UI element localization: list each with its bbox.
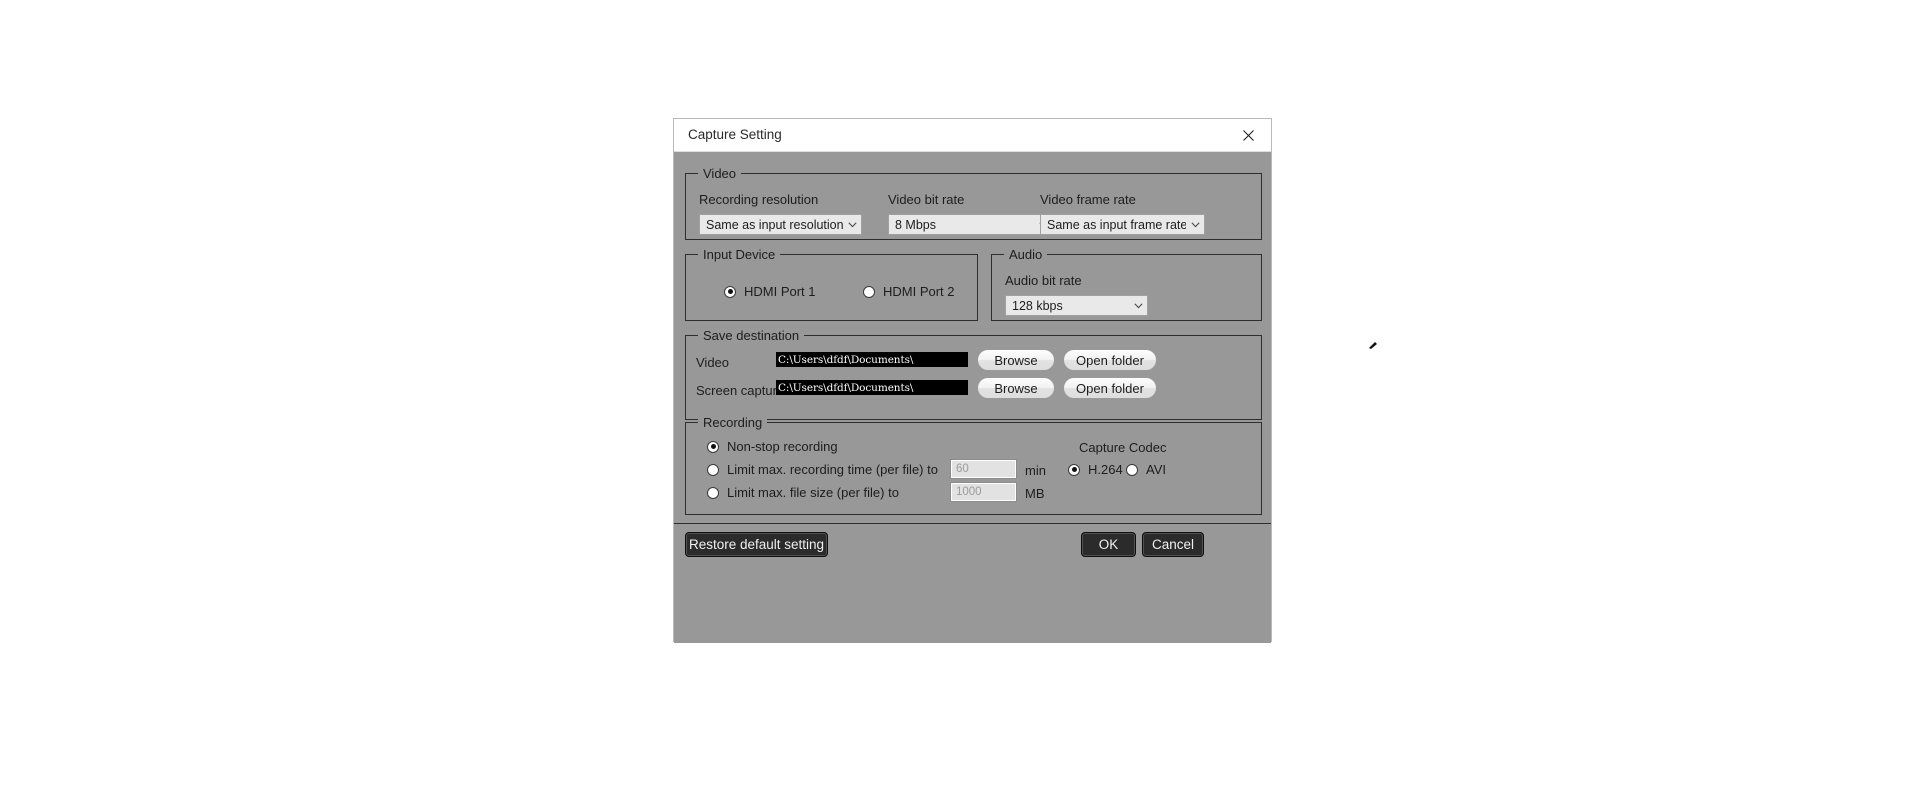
radio-hdmi-port-2[interactable]: HDMI Port 2: [863, 284, 955, 299]
video-frame-rate-value: Same as input frame rate: [1047, 217, 1186, 232]
radio-limit-file-size-label: Limit max. file size (per file) to: [727, 485, 899, 500]
radio-indicator: [1126, 463, 1138, 476]
dialog-title: Capture Setting: [688, 127, 782, 142]
radio-indicator: [707, 486, 719, 499]
video-bit-rate-select[interactable]: 8 Mbps: [888, 214, 1053, 235]
capture-codec-label: Capture Codec: [1079, 440, 1167, 455]
radio-limit-recording-time-label: Limit max. recording time (per file) to: [727, 462, 938, 477]
radio-limit-recording-time[interactable]: Limit max. recording time (per file) to: [707, 462, 938, 477]
recording-group: Recording Non-stop recording Limit max. …: [685, 415, 1262, 515]
file-size-limit-input[interactable]: 1000: [950, 482, 1017, 502]
save-screen-capture-label: Screen capture: [696, 383, 785, 398]
radio-hdmi-port-1-label: HDMI Port 1: [744, 284, 816, 299]
recording-resolution-label: Recording resolution: [699, 192, 819, 207]
video-frame-rate-select[interactable]: Same as input frame rate: [1040, 214, 1205, 235]
save-video-path-input[interactable]: C:\Users\dfdf\Documents\: [776, 352, 968, 367]
save-video-browse-button[interactable]: Browse: [977, 349, 1055, 371]
screen-canvas: Capture Setting Video Recording resoluti…: [0, 0, 1920, 800]
radio-codec-avi-label: AVI: [1146, 462, 1166, 477]
radio-indicator: [707, 440, 719, 453]
save-screen-capture-open-folder-button[interactable]: Open folder: [1063, 377, 1157, 399]
radio-indicator: [707, 463, 719, 476]
audio-bit-rate-select[interactable]: 128 kbps: [1005, 295, 1148, 316]
audio-group: Audio Audio bit rate 128 kbps: [991, 247, 1262, 321]
cancel-button[interactable]: Cancel: [1142, 532, 1204, 557]
radio-hdmi-port-2-label: HDMI Port 2: [883, 284, 955, 299]
save-video-browse-label: Browse: [994, 352, 1038, 368]
recording-resolution-value: Same as input resolution: [706, 217, 843, 232]
radio-limit-file-size[interactable]: Limit max. file size (per file) to: [707, 485, 899, 500]
save-screen-capture-browse-button[interactable]: Browse: [977, 377, 1055, 399]
input-device-group: Input Device HDMI Port 1 HDMI Port 2: [685, 247, 978, 321]
radio-codec-h264-label: H.264: [1088, 462, 1123, 477]
radio-codec-avi[interactable]: AVI: [1126, 462, 1166, 477]
save-video-open-folder-button[interactable]: Open folder: [1063, 349, 1157, 371]
chevron-down-icon: [843, 221, 861, 228]
save-video-path-value: C:\Users\dfdf\Documents\: [778, 353, 914, 366]
radio-indicator: [1068, 463, 1080, 476]
ok-button[interactable]: OK: [1081, 532, 1136, 557]
audio-bit-rate-label: Audio bit rate: [1005, 273, 1082, 288]
recording-group-title: Recording: [698, 415, 768, 430]
file-size-limit-unit: MB: [1025, 486, 1045, 501]
save-screen-capture-open-folder-label: Open folder: [1076, 380, 1144, 396]
cursor-artifact: [1368, 337, 1379, 349]
save-destination-group: Save destination Video C:\Users\dfdf\Doc…: [685, 328, 1262, 420]
close-button[interactable]: [1226, 119, 1271, 151]
file-size-limit-value: 1000: [956, 486, 982, 498]
save-destination-group-title: Save destination: [698, 328, 805, 343]
save-video-label: Video: [696, 355, 730, 370]
input-device-group-title: Input Device: [698, 247, 781, 262]
restore-default-setting-button[interactable]: Restore default setting: [685, 532, 828, 557]
chevron-down-icon: [1129, 302, 1147, 309]
close-icon: [1243, 129, 1254, 141]
recording-time-limit-unit: min: [1025, 463, 1046, 478]
video-group: Video Recording resolution Same as input…: [685, 166, 1262, 240]
video-bit-rate-label: Video bit rate: [888, 192, 965, 207]
video-group-title: Video: [698, 166, 742, 181]
restore-default-setting-label: Restore default setting: [688, 537, 825, 552]
capture-setting-dialog: Capture Setting Video Recording resoluti…: [673, 118, 1272, 643]
footer-divider: [674, 523, 1271, 524]
audio-bit-rate-value: 128 kbps: [1012, 298, 1063, 313]
save-screen-capture-browse-label: Browse: [994, 380, 1038, 396]
radio-indicator: [724, 285, 736, 298]
dialog-body: Video Recording resolution Same as input…: [674, 152, 1271, 643]
save-video-open-folder-label: Open folder: [1076, 352, 1144, 368]
recording-time-limit-value: 60: [956, 463, 969, 475]
save-screen-capture-path-input[interactable]: C:\Users\dfdf\Documents\: [776, 380, 968, 395]
radio-hdmi-port-1[interactable]: HDMI Port 1: [724, 284, 816, 299]
chevron-down-icon: [1186, 221, 1204, 228]
radio-codec-h264[interactable]: H.264: [1068, 462, 1123, 477]
recording-resolution-select[interactable]: Same as input resolution: [699, 214, 862, 235]
dialog-titlebar: Capture Setting: [674, 119, 1271, 152]
ok-label: OK: [1098, 537, 1119, 552]
audio-group-title: Audio: [1004, 247, 1048, 262]
radio-non-stop-recording-label: Non-stop recording: [727, 439, 838, 454]
recording-time-limit-input[interactable]: 60: [950, 459, 1017, 479]
video-frame-rate-label: Video frame rate: [1040, 192, 1136, 207]
cancel-label: Cancel: [1151, 537, 1195, 552]
radio-non-stop-recording[interactable]: Non-stop recording: [707, 439, 838, 454]
save-screen-capture-path-value: C:\Users\dfdf\Documents\: [778, 381, 914, 394]
video-bit-rate-value: 8 Mbps: [895, 217, 936, 232]
radio-indicator: [863, 285, 875, 298]
